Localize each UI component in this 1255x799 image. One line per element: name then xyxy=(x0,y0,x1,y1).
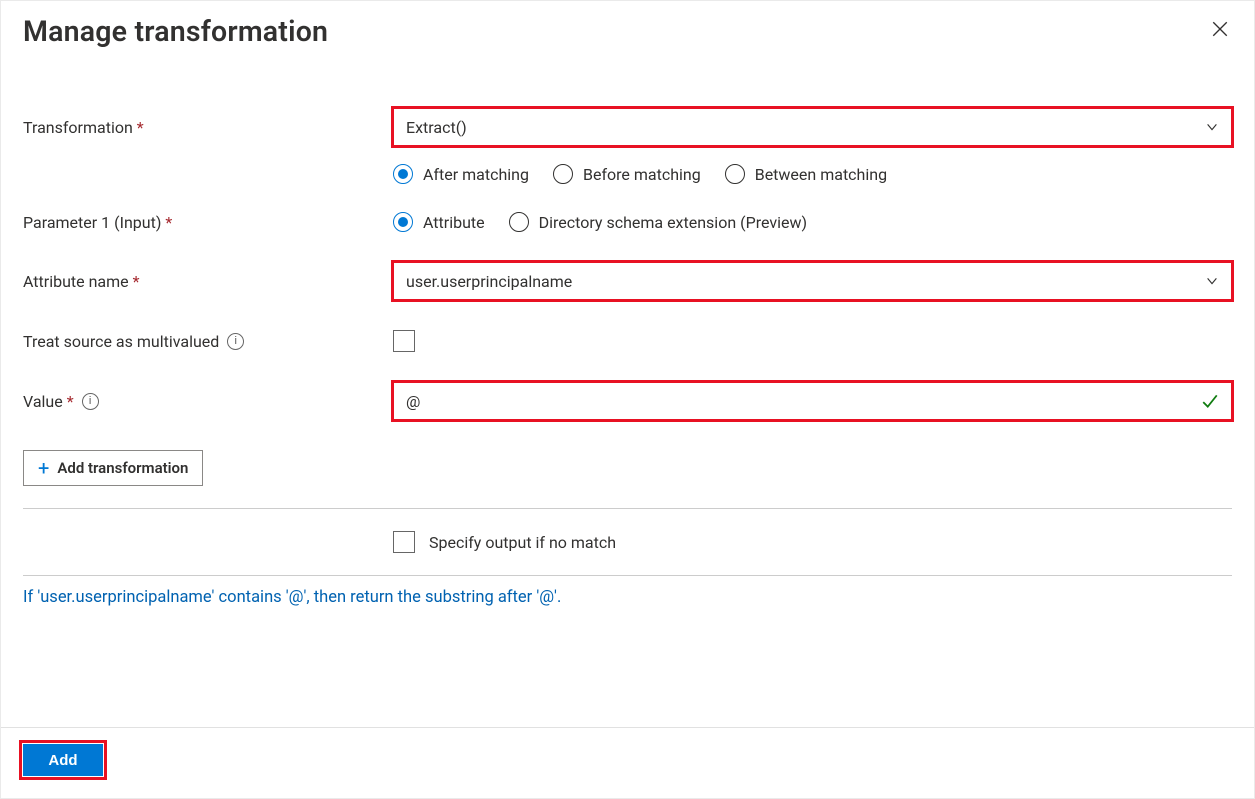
multivalued-checkbox[interactable] xyxy=(393,330,415,352)
add-transformation-label: Add transformation xyxy=(57,459,188,477)
add-button[interactable]: Add xyxy=(23,744,103,776)
check-icon xyxy=(1201,392,1219,410)
radio-directory-extension[interactable]: Directory schema extension (Preview) xyxy=(509,212,807,232)
transformation-preview-text: If 'user.userprincipalname' contains '@'… xyxy=(1,576,1254,611)
radio-icon xyxy=(393,212,413,232)
radio-label: Directory schema extension (Preview) xyxy=(539,213,807,232)
value-label: Value xyxy=(23,392,63,411)
attribute-name-dropdown[interactable]: user.userprincipalname xyxy=(393,262,1232,300)
required-indicator: * xyxy=(133,272,140,291)
close-button[interactable] xyxy=(1208,19,1232,43)
radio-after-matching[interactable]: After matching xyxy=(393,164,529,184)
radio-between-matching[interactable]: Between matching xyxy=(725,164,887,184)
radio-icon xyxy=(725,164,745,184)
radio-attribute[interactable]: Attribute xyxy=(393,212,485,232)
required-indicator: * xyxy=(67,392,74,411)
radio-label: Attribute xyxy=(423,213,485,232)
radio-before-matching[interactable]: Before matching xyxy=(553,164,701,184)
transformation-mode-group: After matching Before matching Between m… xyxy=(393,164,887,184)
add-transformation-button[interactable]: + Add transformation xyxy=(23,450,203,486)
chevron-down-icon xyxy=(1205,120,1219,134)
value-input-text: @ xyxy=(406,392,1201,411)
transformation-value: Extract() xyxy=(406,118,1205,137)
transformation-label: Transformation xyxy=(23,118,133,137)
radio-icon xyxy=(393,164,413,184)
radio-icon xyxy=(553,164,573,184)
required-indicator: * xyxy=(165,213,172,232)
plus-icon: + xyxy=(38,458,49,478)
parameter1-group: Attribute Directory schema extension (Pr… xyxy=(393,212,807,232)
transformation-dropdown[interactable]: Extract() xyxy=(393,108,1232,146)
radio-label: Before matching xyxy=(583,165,701,184)
chevron-down-icon xyxy=(1205,274,1219,288)
radio-label: Between matching xyxy=(755,165,887,184)
required-indicator: * xyxy=(137,118,144,137)
attribute-name-label: Attribute name xyxy=(23,272,129,291)
page-title: Manage transformation xyxy=(23,15,1232,48)
info-icon[interactable]: i xyxy=(227,333,244,350)
specify-output-checkbox[interactable] xyxy=(393,531,415,553)
radio-icon xyxy=(509,212,529,232)
radio-label: After matching xyxy=(423,165,529,184)
close-icon xyxy=(1211,20,1229,42)
value-input[interactable]: @ xyxy=(393,382,1232,420)
info-icon[interactable]: i xyxy=(82,393,99,410)
specify-output-label: Specify output if no match xyxy=(429,533,616,552)
multivalued-label: Treat source as multivalued xyxy=(23,332,219,351)
parameter1-label: Parameter 1 (Input) xyxy=(23,213,161,232)
attribute-name-value: user.userprincipalname xyxy=(406,272,1205,291)
